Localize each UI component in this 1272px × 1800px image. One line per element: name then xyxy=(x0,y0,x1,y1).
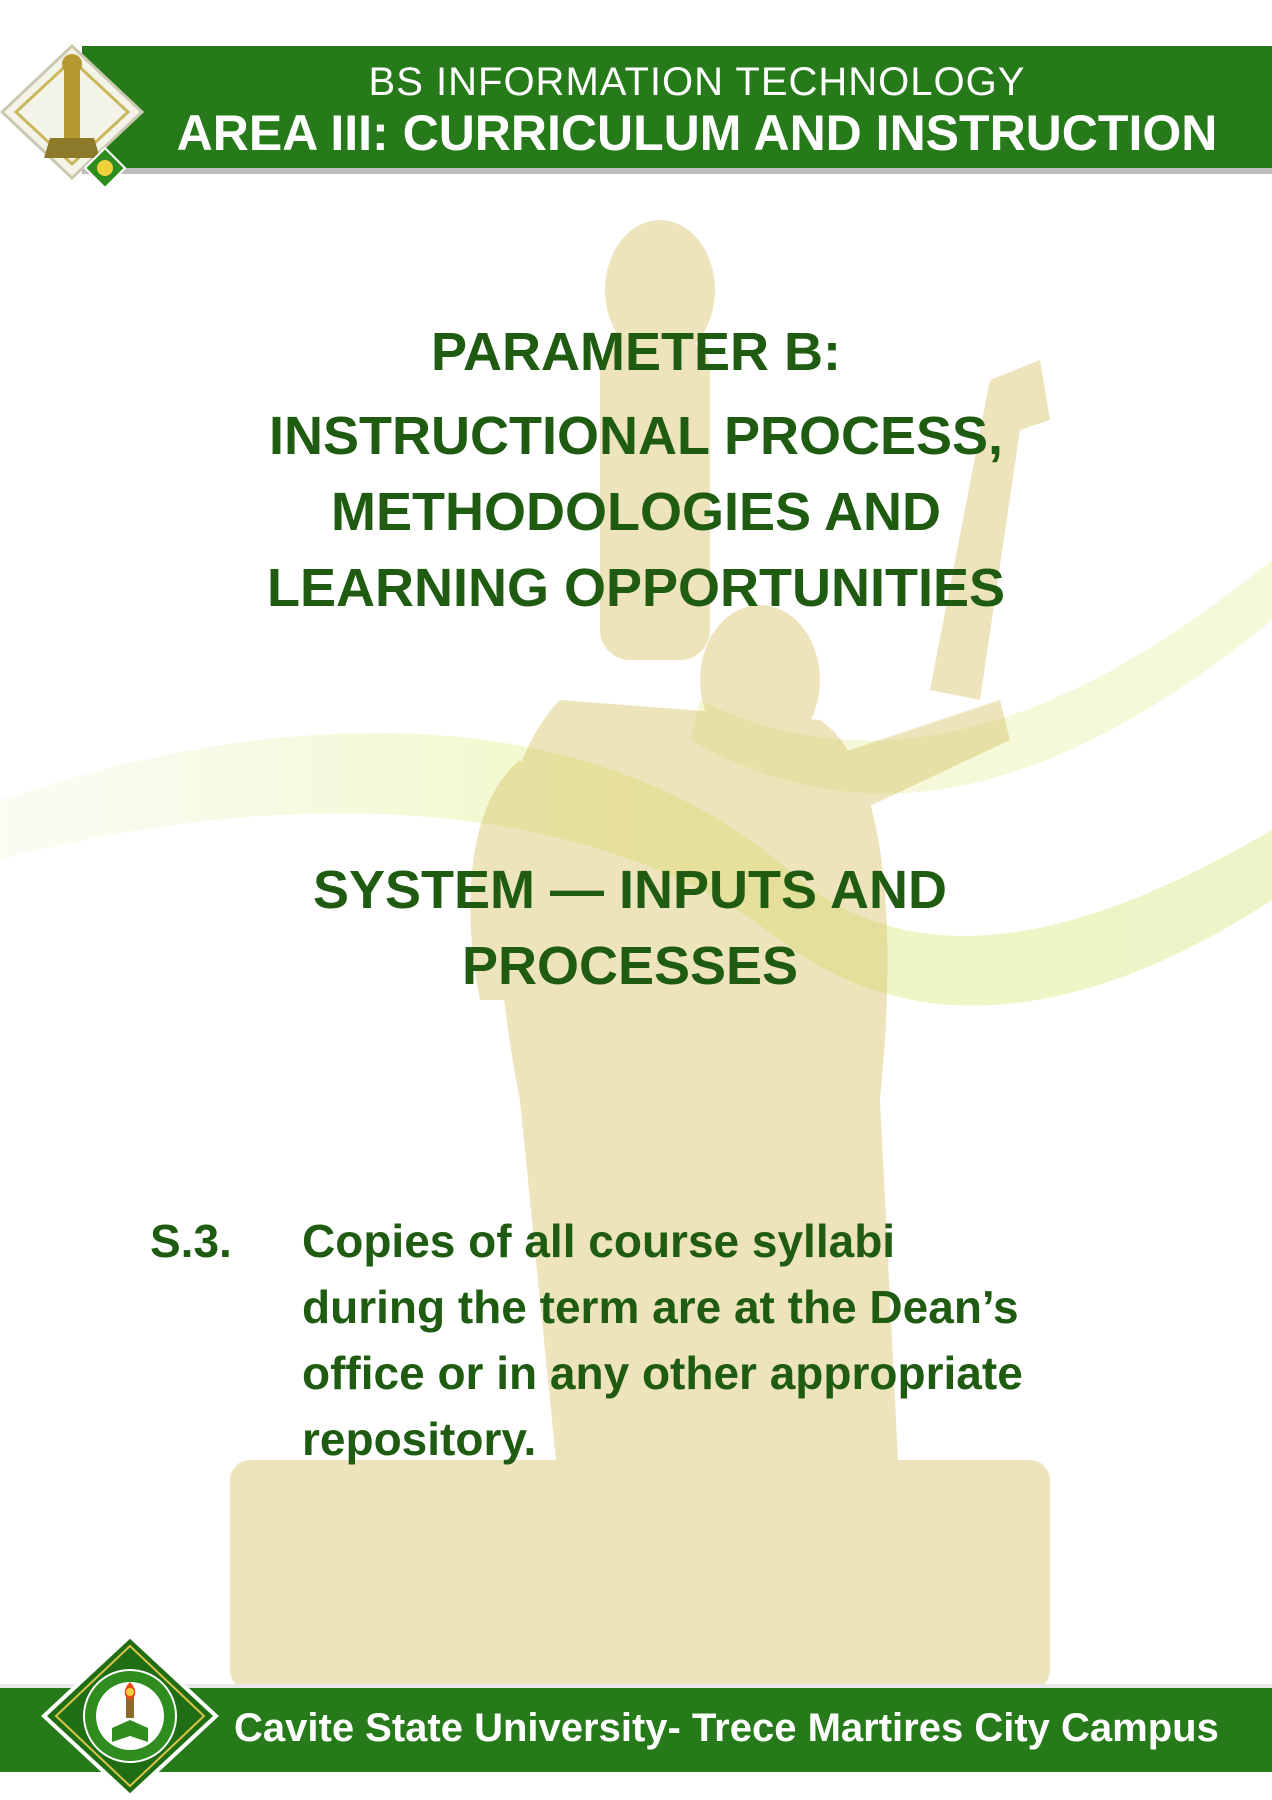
parameter-heading: PARAMETER B: INSTRUCTIONAL PROCESS, METH… xyxy=(100,320,1172,626)
section-heading: SYSTEM — INPUTS AND PROCESSES xyxy=(200,852,1060,1004)
item-text-line: during the term are at the Dean’s xyxy=(302,1281,1019,1333)
parameter-description: INSTRUCTIONAL PROCESS, METHODOLOGIES AND… xyxy=(100,398,1172,626)
section-heading-line: SYSTEM — INPUTS AND xyxy=(312,860,948,920)
header-banner: BS INFORMATION TECHNOLOGY AREA III: CURR… xyxy=(82,46,1272,168)
item-text-line: Copies of all course syllabi xyxy=(302,1215,896,1267)
parameter-description-line: LEARNING OPPORTUNITIES xyxy=(266,558,1006,618)
area-title: AREA III: CURRICULUM AND INSTRUCTION xyxy=(176,105,1218,161)
parameter-description-line: METHODOLOGIES AND xyxy=(330,482,941,542)
monument-logo-icon xyxy=(0,43,145,188)
parameter-title: PARAMETER B: xyxy=(431,322,841,382)
university-seal-icon xyxy=(41,1633,219,1799)
item-text: Copies of all course syllabi during the … xyxy=(302,1208,1122,1472)
item-text-line: repository. xyxy=(302,1413,537,1465)
program-title: BS INFORMATION TECHNOLOGY xyxy=(368,60,1026,104)
item-text-line: office or in any other appropriate xyxy=(302,1347,1023,1399)
campus-name: Cavite State University- Trece Martires … xyxy=(234,1706,1219,1750)
parameter-description-line: INSTRUCTIONAL PROCESS, xyxy=(268,406,1004,466)
item-code: S.3. xyxy=(150,1215,232,1267)
section-heading-line: PROCESSES xyxy=(461,936,799,996)
